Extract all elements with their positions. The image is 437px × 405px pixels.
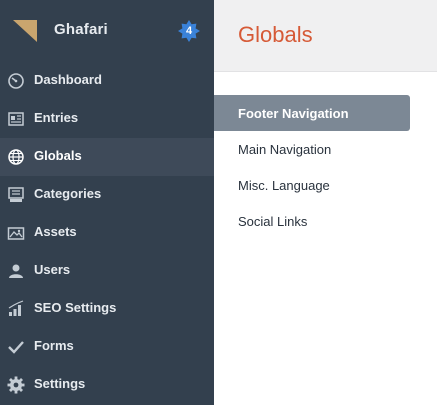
sidebar-item-globals[interactable]: Globals xyxy=(0,138,214,176)
global-set-main-navigation[interactable]: Main Navigation xyxy=(214,131,437,167)
global-set-label: Main Navigation xyxy=(238,142,332,157)
page-title: Globals xyxy=(238,22,313,47)
sidebar-item-label: SEO Settings xyxy=(34,300,117,315)
sidebar-item-label: Categories xyxy=(34,186,102,201)
global-sets-list: Footer Navigation Main Navigation Misc. … xyxy=(214,95,437,239)
sidebar-item-categories[interactable]: Categories xyxy=(0,176,214,214)
sidebar-item-label: Forms xyxy=(34,338,74,353)
assets-icon xyxy=(7,227,25,240)
site-name[interactable]: Ghafari xyxy=(54,21,108,38)
gear-icon xyxy=(7,376,25,394)
sidebar-item-seo-settings[interactable]: SEO Settings xyxy=(0,290,214,328)
sidebar-item-label: Assets xyxy=(34,224,77,239)
sidebar-item-forms[interactable]: Forms xyxy=(0,328,214,366)
sidebar-item-entries[interactable]: Entries xyxy=(0,100,214,138)
global-set-label: Footer Navigation xyxy=(238,106,349,121)
global-set-label: Social Links xyxy=(238,214,308,229)
sidebar-item-label: Globals xyxy=(34,148,82,163)
entries-icon xyxy=(8,112,24,126)
global-set-footer-navigation[interactable]: Footer Navigation xyxy=(214,95,410,131)
sidebar-item-settings[interactable]: Settings xyxy=(0,366,214,404)
sidebar-nav: Dashboard Entries Globals Categories Ass… xyxy=(0,62,214,404)
sidebar-item-label: Entries xyxy=(34,110,79,125)
global-set-social-links[interactable]: Social Links xyxy=(214,203,437,239)
app-window: Ghafari 4 Dashboard Entries Globals Cate… xyxy=(0,0,437,405)
sidebar-item-label: Settings xyxy=(34,376,86,391)
sidebar-item-label: Users xyxy=(34,262,71,277)
sidebar-item-dashboard[interactable]: Dashboard xyxy=(0,62,214,100)
users-icon xyxy=(9,264,23,278)
dashboard-icon xyxy=(8,73,24,89)
categories-icon xyxy=(8,187,24,202)
sidebar: Ghafari 4 Dashboard Entries Globals Cate… xyxy=(0,0,214,405)
sidebar-item-users[interactable]: Users xyxy=(0,252,214,290)
notification-badge[interactable]: 4 xyxy=(178,20,200,42)
global-set-misc-language[interactable]: Misc. Language xyxy=(214,167,437,203)
globe-icon xyxy=(8,149,24,165)
global-set-label: Misc. Language xyxy=(238,178,330,193)
triangle-logo-icon xyxy=(13,20,37,42)
site-header[interactable]: Ghafari 4 xyxy=(0,0,214,62)
main-header: Globals xyxy=(214,0,437,72)
checkmark-icon xyxy=(8,341,24,354)
sidebar-item-assets[interactable]: Assets xyxy=(0,214,214,252)
badge-count: 4 xyxy=(185,25,193,37)
seo-icon xyxy=(8,300,24,316)
sidebar-item-label: Dashboard xyxy=(34,72,102,87)
